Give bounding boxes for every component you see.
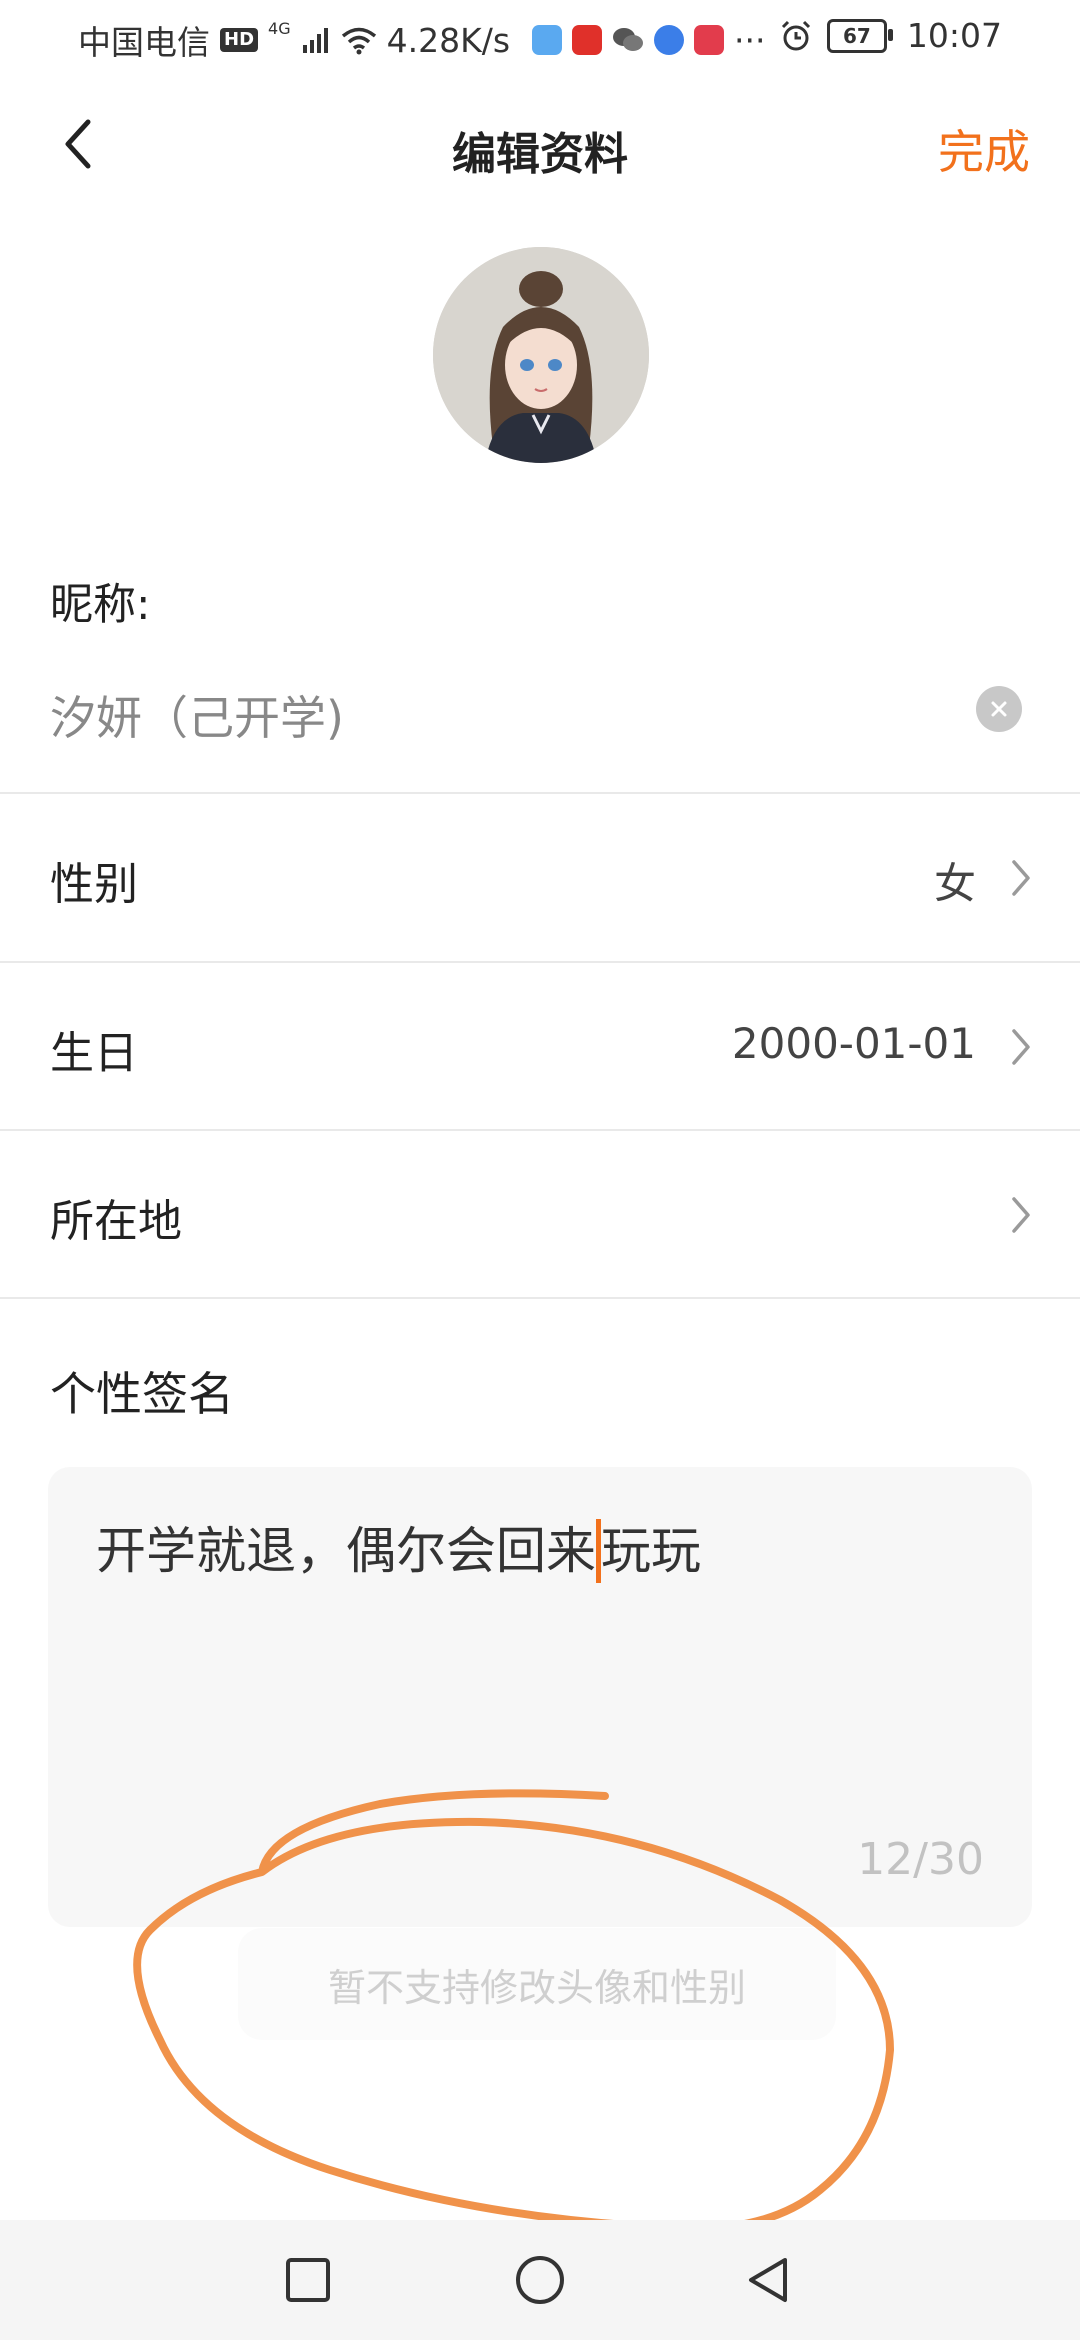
- status-bar-right: 67 10:07: [779, 16, 1002, 55]
- header: 编辑资料 完成: [0, 100, 1080, 190]
- signature-text-before-cursor: 开学就退，偶尔会回来: [96, 1522, 596, 1580]
- network-label: 4G: [268, 18, 291, 38]
- gender-value: 女: [933, 859, 976, 908]
- app-icon: [572, 25, 603, 55]
- chevron-right-icon: [1012, 860, 1030, 896]
- triangle-back-icon: [749, 2258, 787, 2302]
- recent-apps-button[interactable]: [278, 2250, 338, 2310]
- carrier-label: 中国电信: [78, 23, 210, 62]
- home-button[interactable]: [510, 2250, 570, 2310]
- close-icon: [991, 701, 1007, 717]
- network-speed: 4.28K/s: [386, 20, 511, 60]
- system-navigation-bar: [0, 2220, 1080, 2340]
- more-notifications: ···: [734, 20, 766, 60]
- signature-textarea[interactable]: 开学就退，偶尔会回来 玩玩 12/30: [48, 1467, 1032, 1927]
- birthday-row[interactable]: 生日 2000-01-01: [0, 963, 1080, 1129]
- hd-badge: HD: [220, 28, 259, 52]
- battery-icon: 67: [826, 18, 893, 53]
- signature-label: 个性签名: [50, 1367, 234, 1421]
- location-row[interactable]: 所在地: [0, 1131, 1080, 1297]
- signature-text: 开学就退，偶尔会回来 玩玩: [96, 1511, 701, 1591]
- divider: [0, 1297, 1080, 1299]
- birthday-label: 生日: [50, 1028, 138, 1079]
- alarm-icon: [781, 20, 810, 50]
- square-icon: [286, 2258, 330, 2302]
- book-icon: [694, 25, 725, 55]
- clock: 10:07: [906, 16, 1002, 55]
- location-label: 所在地: [50, 1196, 182, 1247]
- wifi-icon: [341, 27, 376, 55]
- edit-profile-screen: 中国电信 HD 4G 4.28K/s ··· 67 10:07 编辑资料 完成 …: [0, 0, 1080, 2340]
- app-icon: [532, 25, 563, 55]
- back-nav-button[interactable]: [738, 2250, 798, 2310]
- wechat-icon: [613, 28, 644, 51]
- avatar[interactable]: [433, 247, 649, 463]
- page-title: 编辑资料: [452, 129, 628, 180]
- gender-label: 性别: [50, 859, 138, 910]
- chevron-right-icon: [1012, 1029, 1030, 1065]
- avatar-image: [433, 247, 649, 463]
- circle-icon: [516, 2256, 564, 2304]
- signature-text-after-cursor: 玩玩: [601, 1522, 701, 1580]
- signal-icon: [302, 28, 328, 53]
- toast-message: 暂不支持修改头像和性别: [238, 1928, 836, 2040]
- birthday-value: 2000-01-01: [731, 1019, 976, 1068]
- character-counter: 12/30: [857, 1834, 984, 1885]
- done-button[interactable]: 完成: [938, 116, 1030, 182]
- battery-level: 67: [842, 23, 871, 48]
- clear-nickname-button[interactable]: [976, 686, 1022, 732]
- chevron-right-icon: [1012, 1197, 1030, 1233]
- app-icon: [654, 25, 685, 55]
- nickname-input[interactable]: 汐妍（己开学): [50, 682, 344, 748]
- gender-row[interactable]: 性别 女: [0, 794, 1080, 960]
- status-bar: 中国电信 HD 4G 4.28K/s ··· 67 10:07: [0, 0, 1080, 72]
- nickname-label: 昵称:: [50, 580, 151, 630]
- status-bar-left: 中国电信 HD 4G 4.28K/s ···: [78, 16, 766, 64]
- toast-text: 暂不支持修改头像和性别: [327, 1965, 746, 2010]
